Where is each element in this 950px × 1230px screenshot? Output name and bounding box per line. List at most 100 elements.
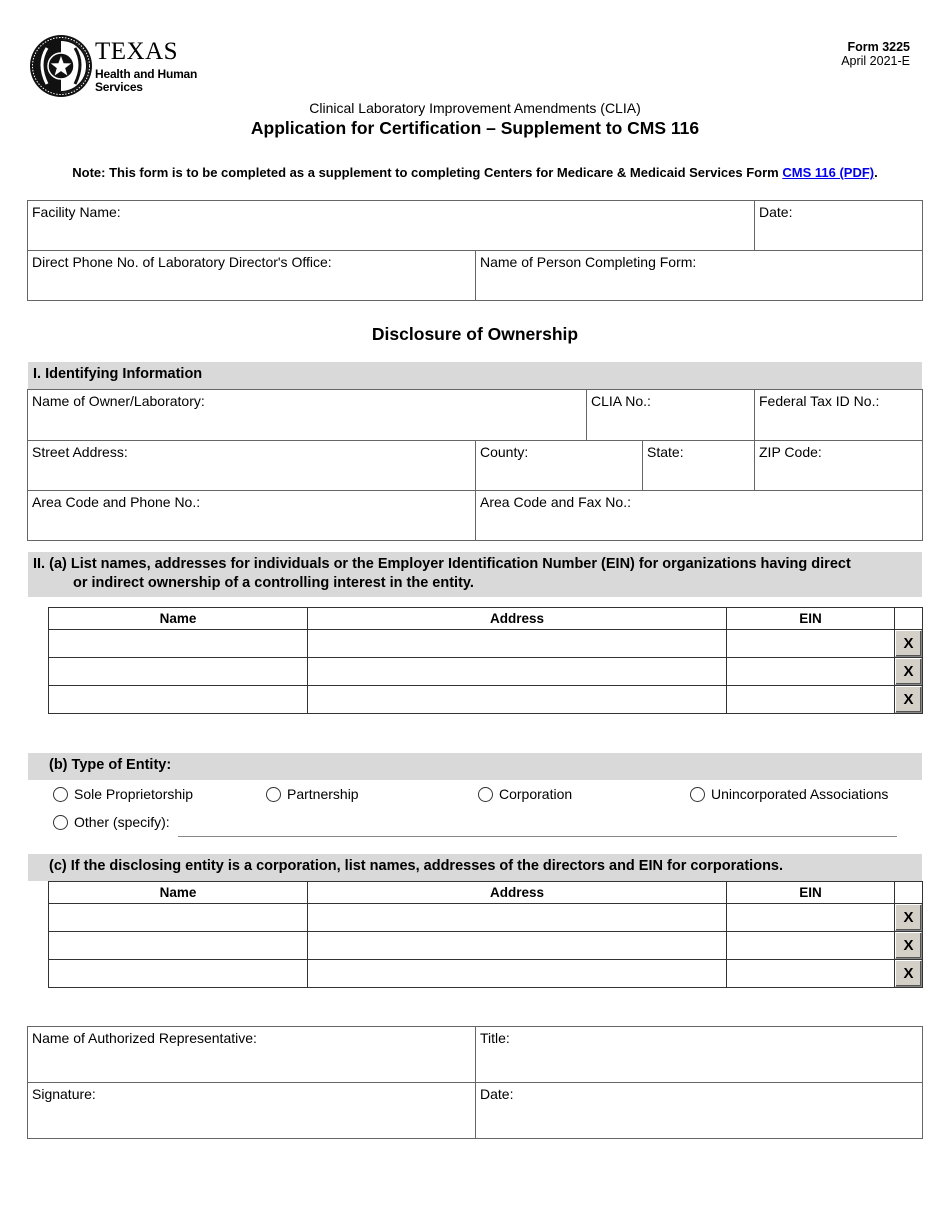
- radio-corporation[interactable]: Corporation: [478, 786, 572, 802]
- delete-row-button[interactable]: X: [895, 904, 922, 931]
- radio-circle-icon[interactable]: [690, 786, 705, 802]
- director-ein-input[interactable]: [727, 932, 894, 959]
- date-label: Date:: [759, 204, 793, 220]
- texas-seal-star-icon: [30, 35, 92, 97]
- street-address-input[interactable]: [32, 464, 471, 486]
- zip-label: ZIP Code:: [759, 444, 822, 460]
- directors-table-header: Name Address EIN: [48, 881, 923, 904]
- note-suffix: .: [874, 165, 878, 180]
- county-input[interactable]: [480, 464, 638, 486]
- federal-tax-id-input[interactable]: [759, 414, 918, 436]
- fax-input[interactable]: [480, 514, 918, 536]
- form-date: April 2021-E: [841, 54, 910, 68]
- clia-no-label: CLIA No.:: [591, 393, 651, 409]
- column-header-name: Name: [48, 607, 308, 630]
- logo-line-3: Services: [95, 80, 143, 94]
- identifying-info-heading: I. Identifying Information: [28, 362, 922, 390]
- state-cell: State:: [643, 441, 755, 491]
- column-header-ein: EIN: [726, 881, 895, 904]
- authorized-rep-label: Name of Authorized Representative:: [32, 1030, 257, 1046]
- column-header-ein: EIN: [726, 607, 895, 630]
- street-address-label: Street Address:: [32, 444, 128, 460]
- state-input[interactable]: [647, 464, 750, 486]
- date-cell: Date:: [755, 201, 922, 251]
- delete-row-button[interactable]: X: [895, 630, 922, 657]
- radio-unincorporated-associations[interactable]: Unincorporated Associations: [690, 786, 888, 802]
- radio-partnership[interactable]: Partnership: [266, 786, 359, 802]
- person-completing-cell: Name of Person Completing Form:: [476, 251, 922, 300]
- owner-ein-input[interactable]: [727, 630, 894, 657]
- radio-circle-icon[interactable]: [478, 786, 493, 802]
- county-label: County:: [480, 444, 529, 460]
- rep-title-cell: Title:: [476, 1027, 922, 1083]
- table-row: X: [48, 931, 923, 960]
- radio-label: Other (specify):: [74, 814, 170, 830]
- signature-input[interactable]: [32, 1112, 471, 1134]
- table-row: X: [48, 685, 923, 714]
- radio-label: Corporation: [499, 786, 573, 802]
- authorized-rep-input[interactable]: [32, 1056, 471, 1078]
- zip-cell: ZIP Code:: [755, 441, 922, 491]
- rep-title-input[interactable]: [480, 1056, 918, 1078]
- radio-other[interactable]: Other (specify):: [53, 814, 170, 830]
- logo-texas-text: TEXAS: [95, 38, 179, 65]
- facility-name-label: Facility Name:: [32, 204, 121, 220]
- form-title: Application for Certification – Suppleme…: [250, 118, 700, 138]
- director-address-input[interactable]: [308, 960, 726, 987]
- radio-circle-icon[interactable]: [53, 786, 68, 802]
- owner-address-input[interactable]: [308, 630, 726, 657]
- director-name-input[interactable]: [49, 904, 307, 931]
- director-phone-input[interactable]: [32, 274, 471, 296]
- clia-no-input[interactable]: [591, 414, 750, 436]
- director-ein-input[interactable]: [727, 960, 894, 987]
- director-address-input[interactable]: [308, 904, 726, 931]
- owner-name-input[interactable]: [49, 658, 307, 685]
- signature-date-cell: Date:: [476, 1083, 922, 1138]
- person-completing-label: Name of Person Completing Form:: [480, 254, 697, 270]
- director-phone-cell: Direct Phone No. of Laboratory Director'…: [28, 251, 476, 300]
- owner-address-input[interactable]: [308, 658, 726, 685]
- phone-input[interactable]: [32, 514, 471, 536]
- owner-name-cell: Name of Owner/Laboratory:: [28, 390, 587, 441]
- director-phone-label: Direct Phone No. of Laboratory Director'…: [32, 254, 332, 270]
- delete-row-button[interactable]: X: [895, 960, 922, 987]
- county-cell: County:: [476, 441, 643, 491]
- radio-circle-icon[interactable]: [53, 814, 68, 830]
- owner-name-input[interactable]: [49, 630, 307, 657]
- owner-name-input[interactable]: [32, 414, 582, 436]
- director-ein-input[interactable]: [727, 904, 894, 931]
- person-completing-input[interactable]: [480, 274, 918, 296]
- radio-circle-icon[interactable]: [266, 786, 281, 802]
- owner-ein-input[interactable]: [727, 658, 894, 685]
- form-identifier: Form 3225 April 2021-E: [841, 40, 910, 68]
- other-specify-input[interactable]: [178, 815, 897, 835]
- ownership-heading-line-1: II. (a) List names, addresses for indivi…: [33, 556, 851, 572]
- signature-block: Name of Authorized Representative: Title…: [27, 1026, 923, 1139]
- delete-row-button[interactable]: X: [895, 932, 922, 959]
- fax-label: Area Code and Fax No.:: [480, 494, 631, 510]
- radio-sole-proprietorship[interactable]: Sole Proprietorship: [53, 786, 193, 802]
- column-header-blank: [894, 607, 923, 630]
- owner-ein-input[interactable]: [727, 686, 894, 713]
- director-name-input[interactable]: [49, 960, 307, 987]
- federal-tax-id-label: Federal Tax ID No.:: [759, 393, 880, 409]
- radio-label: Partnership: [287, 786, 359, 802]
- director-address-input[interactable]: [308, 932, 726, 959]
- owner-name-input[interactable]: [49, 686, 307, 713]
- table-row: X: [48, 629, 923, 658]
- phone-label: Area Code and Phone No.:: [32, 494, 201, 510]
- clia-no-cell: CLIA No.:: [587, 390, 755, 441]
- delete-row-button[interactable]: X: [895, 658, 922, 685]
- date-input[interactable]: [759, 224, 918, 246]
- ownership-table-header: Name Address EIN: [48, 607, 923, 630]
- street-address-cell: Street Address:: [28, 441, 476, 491]
- zip-input[interactable]: [759, 464, 918, 486]
- delete-row-button[interactable]: X: [895, 686, 922, 713]
- director-name-input[interactable]: [49, 932, 307, 959]
- directors-table: Name Address EIN X X X: [48, 881, 923, 988]
- texas-hhs-logo: TEXAS Health and Human Services: [29, 34, 199, 100]
- cms-116-link[interactable]: CMS 116 (PDF): [782, 165, 874, 180]
- owner-address-input[interactable]: [308, 686, 726, 713]
- facility-name-input[interactable]: [32, 224, 750, 246]
- signature-date-input[interactable]: [480, 1112, 918, 1134]
